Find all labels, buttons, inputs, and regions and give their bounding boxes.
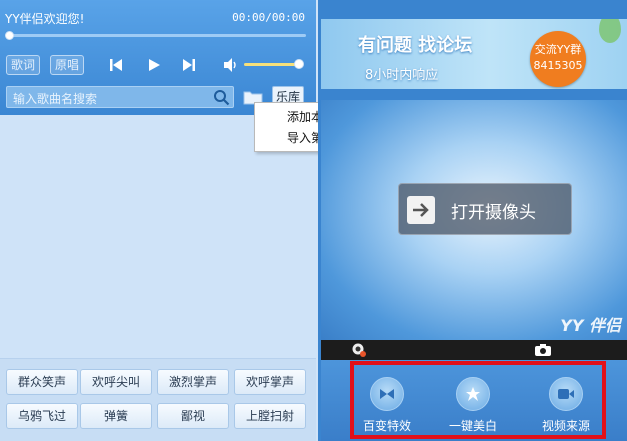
camera-snapshot-icon[interactable] (534, 343, 552, 357)
lyrics-button[interactable]: 歌词 (6, 55, 41, 75)
badge-line2: 8415305 (533, 59, 583, 72)
play-button[interactable] (142, 53, 166, 77)
player-bar: YY伴侣欢迎您! 00:00/00:00 歌词 原唱 输入歌曲名搜索 乐库 (0, 0, 316, 115)
original-vocal-button[interactable]: 原唱 (50, 55, 85, 75)
banner-headline: 有问题 找论坛 (358, 35, 473, 56)
forum-banner[interactable]: 有问题 找论坛 8小时内响应 交流YY群 8415305 (321, 19, 627, 89)
next-button[interactable] (177, 53, 201, 77)
qq-group-badge: 交流YY群 8415305 (530, 31, 586, 87)
balloon-decoration (599, 19, 621, 43)
arrow-right-icon (407, 196, 435, 224)
progress-bar[interactable] (10, 34, 306, 37)
sfx-button[interactable]: 鄙视 (157, 403, 229, 429)
badge-line1: 交流YY群 (534, 43, 582, 56)
sfx-button[interactable]: 乌鸦飞过 (6, 403, 78, 429)
sfx-button[interactable]: 欢呼掌声 (234, 369, 306, 395)
volume-icon[interactable] (222, 57, 240, 73)
sfx-button[interactable]: 弹簧 (80, 403, 152, 429)
time-display: 00:00/00:00 (232, 11, 305, 24)
sfx-button[interactable]: 群众笑声 (6, 369, 78, 395)
yy-watermark: YY 伴侣 (560, 316, 621, 335)
sfx-button[interactable]: 上膛扫射 (234, 403, 306, 429)
next-icon (183, 59, 195, 71)
app-window: YY伴侣欢迎您! 00:00/00:00 歌词 原唱 输入歌曲名搜索 乐库 群众… (0, 0, 627, 441)
song-title: YY伴侣欢迎您! (5, 12, 85, 26)
music-panel: YY伴侣欢迎您! 00:00/00:00 歌词 原唱 输入歌曲名搜索 乐库 群众… (0, 0, 316, 441)
webcam-icon[interactable] (351, 342, 367, 358)
video-preview: 打开摄像头 YY 伴侣 (321, 100, 627, 340)
previous-button[interactable] (104, 53, 128, 77)
play-icon (149, 59, 160, 71)
video-toolbar (321, 340, 627, 360)
banner-subline: 8小时内响应 (365, 68, 439, 83)
sfx-button[interactable]: 激烈掌声 (157, 369, 229, 395)
progress-knob[interactable] (5, 31, 14, 40)
open-camera-button[interactable]: 打开摄像头 (398, 183, 572, 235)
volume-slider[interactable] (244, 63, 299, 66)
search-placeholder: 输入歌曲名搜索 (13, 92, 98, 106)
search-icon[interactable] (213, 89, 230, 106)
sound-effects-panel: 群众笑声 欢呼尖叫 激烈掌声 欢呼掌声 乌鸦飞过 弹簧 鄙视 上膛扫射 (0, 358, 316, 441)
open-camera-label: 打开摄像头 (451, 203, 536, 223)
volume-knob[interactable] (294, 59, 304, 69)
sfx-button[interactable]: 欢呼尖叫 (80, 369, 152, 395)
highlight-annotation (350, 361, 606, 439)
previous-icon (110, 59, 122, 71)
song-search-input[interactable]: 输入歌曲名搜索 (6, 86, 234, 108)
